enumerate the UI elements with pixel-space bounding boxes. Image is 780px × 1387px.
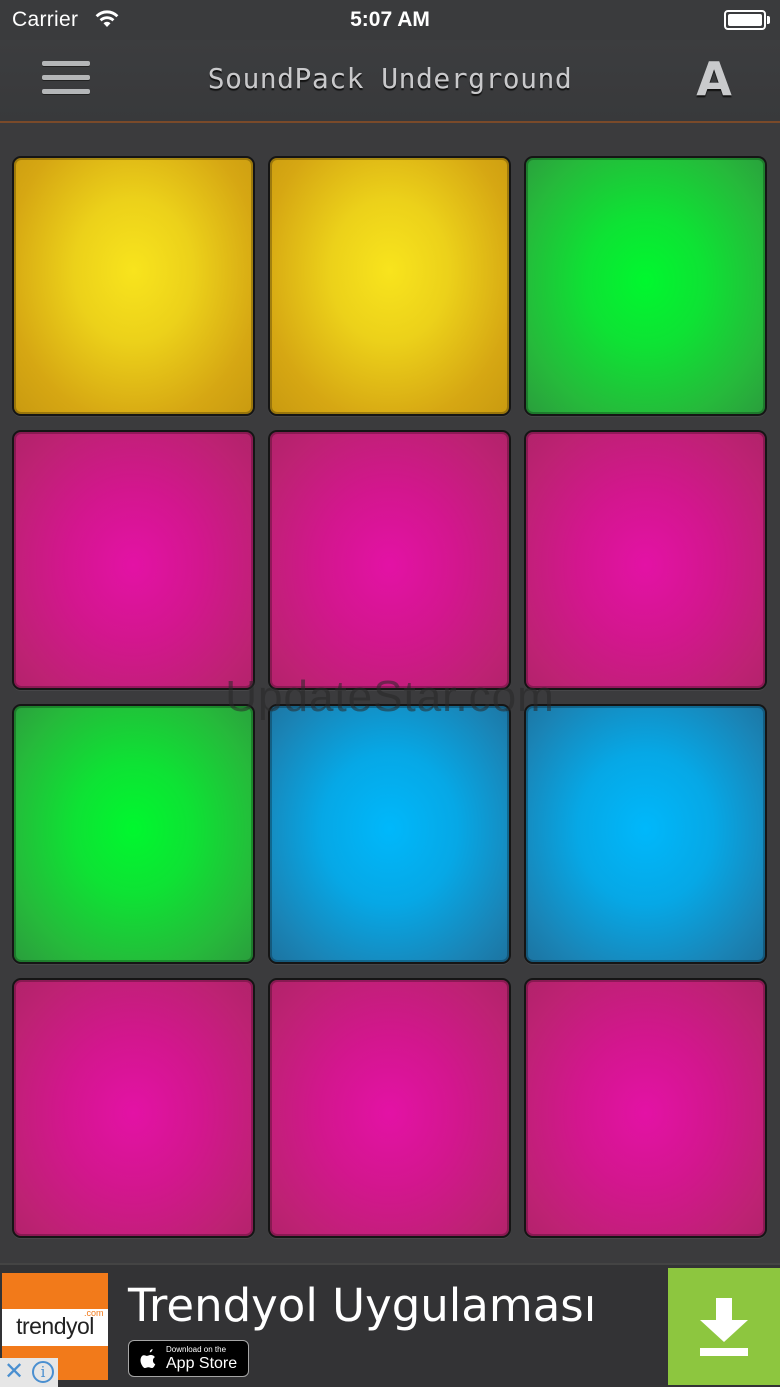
pad-3[interactable] (524, 156, 767, 416)
clock: 5:07 AM (350, 8, 430, 31)
pad-10[interactable] (12, 978, 255, 1238)
nav-bar: SoundPack Underground A (0, 40, 780, 123)
app-store-badge[interactable]: Download on the App Store (128, 1340, 249, 1377)
info-icon[interactable]: i (32, 1361, 54, 1383)
font-a-button[interactable]: A (692, 52, 736, 106)
pad-1[interactable] (12, 156, 255, 416)
page-title: SoundPack Underground (207, 62, 573, 95)
ad-title[interactable]: Trendyol Uygulaması (128, 1279, 596, 1332)
close-icon[interactable]: ✕ (4, 1359, 24, 1385)
pad-2[interactable] (268, 156, 511, 416)
badge-small-text: Download on the (166, 1345, 227, 1354)
status-bar: Carrier 5:07 AM (0, 0, 780, 40)
pad-4[interactable] (12, 430, 255, 690)
download-arrow-icon (700, 1298, 748, 1356)
pad-5[interactable] (268, 430, 511, 690)
pad-12[interactable] (524, 978, 767, 1238)
pad-6[interactable] (524, 430, 767, 690)
logo-suffix: .com (84, 1308, 104, 1318)
apple-icon (140, 1349, 156, 1368)
ad-choices: ✕ i (0, 1358, 58, 1387)
download-button[interactable] (668, 1268, 780, 1385)
ad-banner: trendyol .com Trendyol Uygulaması Downlo… (0, 1263, 780, 1387)
badge-big-text: App Store (166, 1355, 238, 1372)
pad-11[interactable] (268, 978, 511, 1238)
pad-8[interactable] (268, 704, 511, 964)
pad-9[interactable] (524, 704, 767, 964)
battery-icon (724, 10, 770, 30)
pad-7[interactable] (12, 704, 255, 964)
pad-grid (0, 125, 780, 1263)
